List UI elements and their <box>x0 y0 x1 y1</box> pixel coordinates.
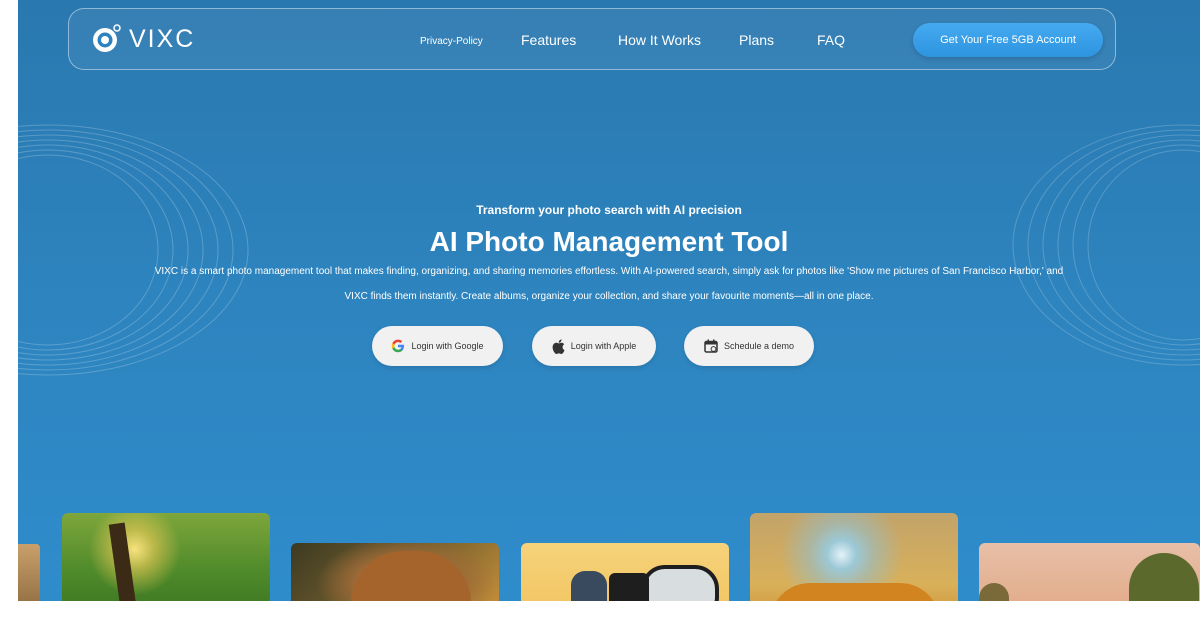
nav-link-how-it-works[interactable]: How It Works <box>618 32 701 48</box>
apple-icon <box>552 338 565 354</box>
hero-description-line-2: VIXC finds them instantly. Create albums… <box>344 291 874 302</box>
photo-sun-autumn-tree <box>750 513 958 601</box>
photo-woman-hat <box>291 543 499 601</box>
hero-title: AI Photo Management Tool <box>429 226 789 257</box>
login-google-label: Login with Google <box>411 341 484 351</box>
photo-partial-left <box>18 544 40 601</box>
login-apple-label: Login with Apple <box>570 341 637 351</box>
calendar-icon <box>704 339 718 353</box>
login-google-button[interactable]: Login with Google <box>372 326 503 366</box>
free-account-button[interactable]: Get Your Free 5GB Account <box>913 23 1103 57</box>
photo-photographer-lens <box>521 543 729 601</box>
login-apple-button[interactable]: Login with Apple <box>532 326 656 366</box>
google-icon <box>391 339 405 353</box>
nav-link-features[interactable]: Features <box>521 32 576 48</box>
hero-tagline: Transform your photo search with AI prec… <box>476 203 742 217</box>
schedule-demo-label: Schedule a demo <box>723 341 795 351</box>
top-navbar: VIXC Privacy-Policy Features How It Work… <box>68 8 1116 70</box>
nav-link-privacy-policy[interactable]: Privacy-Policy <box>420 36 483 47</box>
hero-section: VIXC Privacy-Policy Features How It Work… <box>18 0 1200 601</box>
hero-description-line-1: VIXC is a smart photo management tool th… <box>154 266 1064 277</box>
photo-forest-sunlight <box>62 513 270 601</box>
schedule-demo-button[interactable]: Schedule a demo <box>684 326 814 366</box>
hero-description: VIXC is a smart photo management tool th… <box>58 259 1160 309</box>
photo-misty-landscape <box>979 543 1200 601</box>
nav-link-faq[interactable]: FAQ <box>817 32 845 48</box>
nav-link-plans[interactable]: Plans <box>739 32 774 48</box>
